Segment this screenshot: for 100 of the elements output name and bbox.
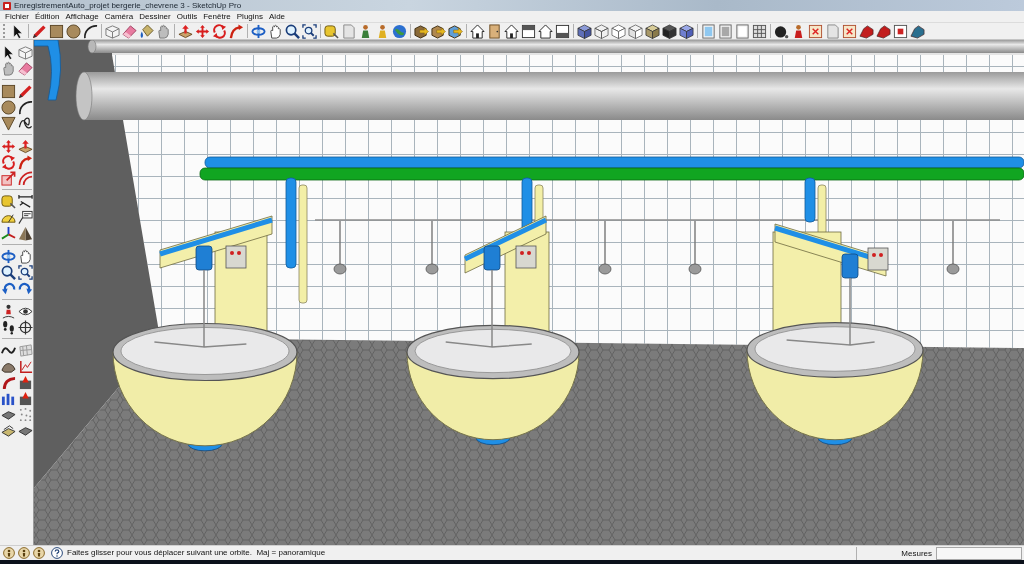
info-icon[interactable] <box>18 547 30 559</box>
triangle-icon[interactable] <box>1 115 16 131</box>
magnifier-icon[interactable] <box>285 23 300 39</box>
curved-arrow-icon[interactable] <box>229 23 244 39</box>
menu-item[interactable]: Aide <box>266 11 289 22</box>
ladle <box>333 220 347 275</box>
circle-icon[interactable] <box>1 99 16 115</box>
arrow-cursor-icon[interactable] <box>10 23 25 39</box>
cube-icon[interactable] <box>577 23 592 39</box>
circular-arrows-icon[interactable] <box>212 23 227 39</box>
terrain-icon[interactable] <box>876 23 891 39</box>
axes-icon[interactable] <box>1 225 16 241</box>
house-outline-icon[interactable] <box>538 23 553 39</box>
box-corner-arrow-icon[interactable] <box>1 170 16 186</box>
curled-arrow-icon[interactable] <box>1 280 16 296</box>
hand-icon[interactable] <box>18 248 33 264</box>
block-arrow-icon[interactable] <box>18 390 33 406</box>
box-icon[interactable] <box>18 44 33 60</box>
window-title: EnregistrementAuto_projet bergerie_chevrene 3 - SketchUp Pro <box>14 0 242 11</box>
cube-arrow-icon[interactable] <box>431 23 446 39</box>
menu-item[interactable]: Dessiner <box>136 11 174 22</box>
circle-icon[interactable] <box>66 23 81 39</box>
eraser-icon[interactable] <box>18 60 33 76</box>
cube-icon[interactable] <box>662 23 677 39</box>
terrain-icon[interactable] <box>859 23 874 39</box>
toolbar-grip[interactable] <box>3 24 6 38</box>
cube-icon[interactable] <box>679 23 694 39</box>
ladle <box>598 220 612 275</box>
footprints-icon[interactable] <box>1 319 16 335</box>
magnifier-frame-icon[interactable] <box>302 23 317 39</box>
magnifier-frame-icon[interactable] <box>18 264 33 280</box>
eraser-icon[interactable] <box>122 23 137 39</box>
grid-icon[interactable] <box>752 23 767 39</box>
pyramid-icon[interactable] <box>18 225 33 241</box>
cube-icon[interactable] <box>645 23 660 39</box>
tape-measure-icon[interactable] <box>324 23 339 39</box>
box-up-arrow-icon[interactable] <box>18 138 33 154</box>
globe-icon[interactable] <box>392 23 407 39</box>
crosshair-icon[interactable] <box>18 319 33 335</box>
menu-item[interactable]: Fenêtre <box>200 11 234 22</box>
note-icon[interactable] <box>842 23 857 39</box>
offset-arcs-icon[interactable] <box>18 170 33 186</box>
curve-icon[interactable] <box>1 374 16 390</box>
tile-icon[interactable] <box>1 422 16 438</box>
box-up-arrow-icon[interactable] <box>178 23 193 39</box>
duct-ring <box>34 40 61 101</box>
square-icon[interactable] <box>1 83 16 99</box>
block-arrow-icon[interactable] <box>18 374 33 390</box>
circular-arrows-icon[interactable] <box>1 154 16 170</box>
four-arrows-icon[interactable] <box>195 23 210 39</box>
dimension-lines-icon[interactable] <box>18 193 33 209</box>
menu-item[interactable]: Plugins <box>233 11 266 22</box>
label-icon[interactable] <box>18 209 33 225</box>
window-icon[interactable] <box>555 23 570 39</box>
box-icon[interactable] <box>105 23 120 39</box>
frame-icon[interactable] <box>893 23 908 39</box>
ladle <box>946 220 960 275</box>
ladle <box>425 220 439 275</box>
terrain-icon[interactable] <box>910 23 925 39</box>
door-icon[interactable] <box>487 23 502 39</box>
scribble-icon[interactable] <box>18 115 33 131</box>
menu-item[interactable]: Affichage <box>62 11 102 22</box>
panel-icon[interactable] <box>735 23 750 39</box>
status-hint: Faites glisser pour vous déplacer suivant une orbite. Maj = panoramique <box>67 548 326 558</box>
house-icon[interactable] <box>504 23 519 39</box>
cube-arrow-icon[interactable] <box>448 23 463 39</box>
magnifier-icon[interactable] <box>1 264 16 280</box>
ladle <box>688 220 702 275</box>
app-logo-icon <box>3 1 11 10</box>
menu-item[interactable]: Fichier <box>2 11 32 22</box>
dots-icon[interactable] <box>18 406 33 422</box>
info-icon[interactable] <box>3 547 15 559</box>
hand-icon[interactable] <box>268 23 283 39</box>
curved-arrow-icon[interactable] <box>18 154 33 170</box>
square-icon[interactable] <box>49 23 64 39</box>
arc-icon[interactable] <box>18 99 33 115</box>
note-icon[interactable] <box>808 23 823 39</box>
menu-item[interactable]: Caméra <box>101 11 137 22</box>
four-arrows-icon[interactable] <box>1 138 16 154</box>
measurements-field[interactable] <box>936 546 1022 560</box>
arrow-cursor-icon[interactable] <box>1 44 16 60</box>
menu-item[interactable]: Outils <box>173 11 201 22</box>
info-icon[interactable] <box>33 547 45 559</box>
paint-bucket-icon[interactable] <box>139 23 154 39</box>
window-icon[interactable] <box>521 23 536 39</box>
arc-icon[interactable] <box>83 23 98 39</box>
cube-arrow-icon[interactable] <box>414 23 429 39</box>
hand-icon[interactable] <box>156 23 171 39</box>
orbit-arrows-icon[interactable] <box>251 23 266 39</box>
help-icon[interactable] <box>51 547 63 559</box>
pencil-icon[interactable] <box>32 23 47 39</box>
pencil-icon[interactable] <box>18 83 33 99</box>
tape-measure-icon[interactable] <box>1 193 16 209</box>
axis-lines-icon[interactable] <box>18 358 33 374</box>
house-icon[interactable] <box>470 23 485 39</box>
menu-item[interactable]: Édition <box>32 11 63 22</box>
figure-icon[interactable] <box>1 303 16 319</box>
orbit-arrows-icon[interactable] <box>1 248 16 264</box>
curled-arrow-icon[interactable] <box>18 280 33 296</box>
ball-icon[interactable] <box>774 23 789 39</box>
